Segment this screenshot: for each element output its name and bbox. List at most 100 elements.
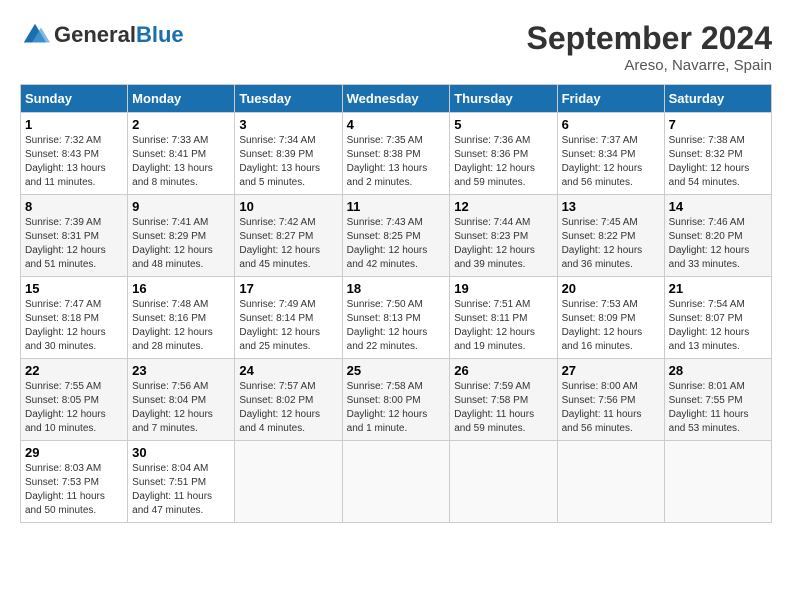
sunset-text: Sunset: 8:22 PM <box>562 231 636 242</box>
day-number: 14 <box>669 199 767 214</box>
daylight-text: Daylight: 12 hours and 54 minutes. <box>669 163 750 188</box>
day-number: 23 <box>132 363 230 378</box>
daylight-text: Daylight: 12 hours and 19 minutes. <box>454 327 535 352</box>
logo-general: General <box>54 22 136 47</box>
day-info: Sunrise: 7:50 AM Sunset: 8:13 PM Dayligh… <box>347 298 446 354</box>
daylight-text: Daylight: 13 hours and 11 minutes. <box>25 163 106 188</box>
page-header: GeneralBlue September 2024 Areso, Navarr… <box>20 20 772 74</box>
day-info: Sunrise: 7:51 AM Sunset: 8:11 PM Dayligh… <box>454 298 552 354</box>
daylight-text: Daylight: 11 hours and 56 minutes. <box>562 409 642 434</box>
daylight-text: Daylight: 12 hours and 33 minutes. <box>669 245 750 270</box>
sunset-text: Sunset: 7:58 PM <box>454 395 528 406</box>
daylight-text: Daylight: 12 hours and 51 minutes. <box>25 245 106 270</box>
day-number: 11 <box>347 199 446 214</box>
table-row: 30 Sunrise: 8:04 AM Sunset: 7:51 PM Dayl… <box>128 441 235 523</box>
table-row: 14 Sunrise: 7:46 AM Sunset: 8:20 PM Dayl… <box>664 195 771 277</box>
daylight-text: Daylight: 13 hours and 2 minutes. <box>347 163 428 188</box>
sunset-text: Sunset: 8:20 PM <box>669 231 743 242</box>
day-number: 13 <box>562 199 660 214</box>
day-info: Sunrise: 7:39 AM Sunset: 8:31 PM Dayligh… <box>25 216 123 272</box>
table-row: 7 Sunrise: 7:38 AM Sunset: 8:32 PM Dayli… <box>664 113 771 195</box>
calendar-row: 29 Sunrise: 8:03 AM Sunset: 7:53 PM Dayl… <box>21 441 772 523</box>
table-row <box>664 441 771 523</box>
calendar-table: Sunday Monday Tuesday Wednesday Thursday… <box>20 84 772 523</box>
day-number: 18 <box>347 281 446 296</box>
day-info: Sunrise: 8:00 AM Sunset: 7:56 PM Dayligh… <box>562 380 660 436</box>
table-row: 22 Sunrise: 7:55 AM Sunset: 8:05 PM Dayl… <box>21 359 128 441</box>
logo-text: GeneralBlue <box>54 23 184 47</box>
day-info: Sunrise: 7:42 AM Sunset: 8:27 PM Dayligh… <box>239 216 337 272</box>
day-number: 25 <box>347 363 446 378</box>
table-row: 28 Sunrise: 8:01 AM Sunset: 7:55 PM Dayl… <box>664 359 771 441</box>
table-row: 6 Sunrise: 7:37 AM Sunset: 8:34 PM Dayli… <box>557 113 664 195</box>
day-number: 19 <box>454 281 552 296</box>
logo-icon <box>20 20 50 50</box>
sunset-text: Sunset: 8:43 PM <box>25 149 99 160</box>
sunrise-text: Sunrise: 7:59 AM <box>454 381 530 392</box>
table-row: 19 Sunrise: 7:51 AM Sunset: 8:11 PM Dayl… <box>450 277 557 359</box>
sunset-text: Sunset: 8:05 PM <box>25 395 99 406</box>
sunrise-text: Sunrise: 7:57 AM <box>239 381 315 392</box>
sunrise-text: Sunrise: 7:42 AM <box>239 217 315 228</box>
day-number: 22 <box>25 363 123 378</box>
sunrise-text: Sunrise: 7:46 AM <box>669 217 745 228</box>
day-info: Sunrise: 7:53 AM Sunset: 8:09 PM Dayligh… <box>562 298 660 354</box>
daylight-text: Daylight: 12 hours and 36 minutes. <box>562 245 643 270</box>
day-number: 10 <box>239 199 337 214</box>
location-title: Areso, Navarre, Spain <box>527 57 772 74</box>
sunset-text: Sunset: 7:53 PM <box>25 477 99 488</box>
day-number: 16 <box>132 281 230 296</box>
sunset-text: Sunset: 8:18 PM <box>25 313 99 324</box>
sunset-text: Sunset: 8:27 PM <box>239 231 313 242</box>
day-number: 5 <box>454 117 552 132</box>
day-number: 26 <box>454 363 552 378</box>
daylight-text: Daylight: 12 hours and 59 minutes. <box>454 163 535 188</box>
col-wednesday: Wednesday <box>342 85 450 113</box>
day-number: 2 <box>132 117 230 132</box>
daylight-text: Daylight: 11 hours and 59 minutes. <box>454 409 534 434</box>
day-info: Sunrise: 7:54 AM Sunset: 8:07 PM Dayligh… <box>669 298 767 354</box>
sunrise-text: Sunrise: 7:37 AM <box>562 135 638 146</box>
sunrise-text: Sunrise: 7:58 AM <box>347 381 423 392</box>
sunset-text: Sunset: 7:56 PM <box>562 395 636 406</box>
day-number: 7 <box>669 117 767 132</box>
daylight-text: Daylight: 11 hours and 47 minutes. <box>132 491 212 516</box>
table-row: 16 Sunrise: 7:48 AM Sunset: 8:16 PM Dayl… <box>128 277 235 359</box>
col-sunday: Sunday <box>21 85 128 113</box>
day-number: 15 <box>25 281 123 296</box>
calendar-header-row: Sunday Monday Tuesday Wednesday Thursday… <box>21 85 772 113</box>
daylight-text: Daylight: 12 hours and 48 minutes. <box>132 245 213 270</box>
col-tuesday: Tuesday <box>235 85 342 113</box>
table-row: 15 Sunrise: 7:47 AM Sunset: 8:18 PM Dayl… <box>21 277 128 359</box>
sunrise-text: Sunrise: 8:00 AM <box>562 381 638 392</box>
day-info: Sunrise: 7:57 AM Sunset: 8:02 PM Dayligh… <box>239 380 337 436</box>
day-number: 4 <box>347 117 446 132</box>
daylight-text: Daylight: 12 hours and 42 minutes. <box>347 245 428 270</box>
sunset-text: Sunset: 8:16 PM <box>132 313 206 324</box>
sunrise-text: Sunrise: 7:38 AM <box>669 135 745 146</box>
table-row <box>342 441 450 523</box>
daylight-text: Daylight: 12 hours and 25 minutes. <box>239 327 320 352</box>
day-info: Sunrise: 7:59 AM Sunset: 7:58 PM Dayligh… <box>454 380 552 436</box>
table-row: 11 Sunrise: 7:43 AM Sunset: 8:25 PM Dayl… <box>342 195 450 277</box>
day-number: 28 <box>669 363 767 378</box>
table-row: 20 Sunrise: 7:53 AM Sunset: 8:09 PM Dayl… <box>557 277 664 359</box>
day-info: Sunrise: 7:32 AM Sunset: 8:43 PM Dayligh… <box>25 134 123 190</box>
day-info: Sunrise: 7:36 AM Sunset: 8:36 PM Dayligh… <box>454 134 552 190</box>
day-info: Sunrise: 8:04 AM Sunset: 7:51 PM Dayligh… <box>132 462 230 518</box>
sunset-text: Sunset: 8:09 PM <box>562 313 636 324</box>
sunrise-text: Sunrise: 7:36 AM <box>454 135 530 146</box>
table-row: 25 Sunrise: 7:58 AM Sunset: 8:00 PM Dayl… <box>342 359 450 441</box>
sunrise-text: Sunrise: 7:39 AM <box>25 217 101 228</box>
daylight-text: Daylight: 11 hours and 53 minutes. <box>669 409 749 434</box>
sunset-text: Sunset: 8:39 PM <box>239 149 313 160</box>
sunset-text: Sunset: 8:31 PM <box>25 231 99 242</box>
table-row: 27 Sunrise: 8:00 AM Sunset: 7:56 PM Dayl… <box>557 359 664 441</box>
sunset-text: Sunset: 8:36 PM <box>454 149 528 160</box>
sunrise-text: Sunrise: 7:35 AM <box>347 135 423 146</box>
sunset-text: Sunset: 8:14 PM <box>239 313 313 324</box>
table-row: 8 Sunrise: 7:39 AM Sunset: 8:31 PM Dayli… <box>21 195 128 277</box>
calendar-row: 1 Sunrise: 7:32 AM Sunset: 8:43 PM Dayli… <box>21 113 772 195</box>
day-number: 8 <box>25 199 123 214</box>
sunrise-text: Sunrise: 7:51 AM <box>454 299 530 310</box>
